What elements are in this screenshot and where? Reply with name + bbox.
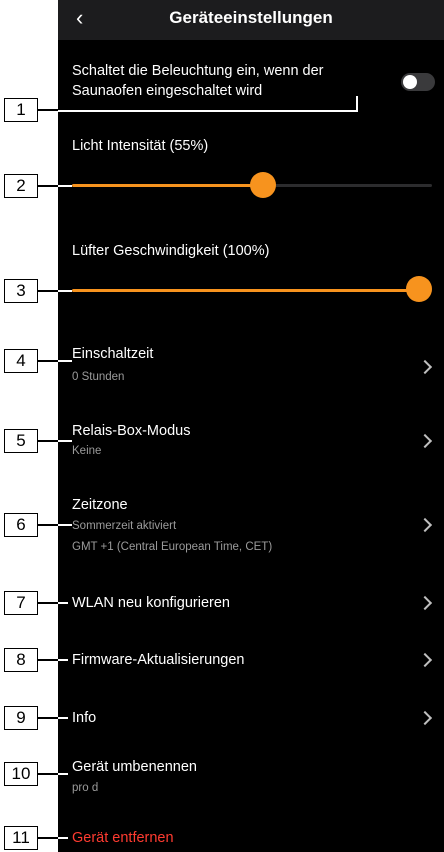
leader-line-2 — [58, 185, 72, 187]
remove-device-button[interactable]: Gerät entfernen — [72, 827, 174, 849]
callout-5: 5 — [4, 429, 38, 453]
leader-line-9 — [58, 717, 68, 719]
light-intensity-knob[interactable] — [249, 172, 276, 198]
menu-item-label: WLAN neu konfigurieren — [72, 595, 230, 611]
fan-speed-fill — [72, 289, 419, 292]
menu-item-sub: 0 Stunden — [72, 371, 125, 383]
leader-line-10 — [58, 773, 68, 775]
callout-4: 4 — [4, 349, 38, 373]
phone-screen: ‹ Geräteeinstellungen Schaltet die Beleu… — [58, 0, 444, 852]
menu-item-sub: Keine — [72, 445, 102, 457]
menu-item-label: Einschaltzeit — [72, 346, 154, 362]
chevron-right-icon — [417, 595, 433, 611]
chevron-right-icon — [417, 710, 433, 726]
chevron-right-icon — [417, 359, 433, 375]
app-header: ‹ Geräteeinstellungen — [58, 0, 444, 40]
menu-item-sub2: GMT +1 (Central European Time, CET) — [72, 541, 273, 553]
callout-8: 8 — [4, 648, 38, 672]
leader-line-11 — [58, 837, 68, 839]
toggle-knob — [403, 75, 417, 89]
menu-item-label: Gerät umbenennen — [72, 759, 197, 775]
light-on-sauna-label-line2: Saunaofen eingeschaltet wird — [72, 83, 263, 99]
callout-2: 2 — [4, 174, 38, 198]
callout-7: 7 — [4, 591, 38, 615]
chevron-right-icon — [417, 517, 433, 533]
leader-line-4 — [58, 360, 72, 362]
callout-3: 3 — [4, 279, 38, 303]
menu-item-sub: Sommerzeit aktiviert — [72, 520, 177, 532]
light-intensity-fill — [72, 184, 263, 187]
light-intensity-label: Licht Intensität (55%) — [72, 138, 209, 154]
chevron-right-icon — [417, 433, 433, 449]
menu-item-label: Info — [72, 710, 97, 726]
light-on-sauna-toggle[interactable] — [401, 73, 435, 91]
fan-speed-knob[interactable] — [406, 276, 432, 302]
leader-line-1 — [58, 110, 358, 112]
leader-line-5 — [58, 440, 72, 442]
chevron-right-icon — [417, 652, 433, 668]
light-on-sauna-label-line1: Schaltet die Beleuchtung ein, wenn der — [72, 63, 324, 79]
callout-6: 6 — [4, 513, 38, 537]
callout-10: 10 — [4, 762, 38, 786]
menu-item-label: Firmware-Aktualisierungen — [72, 652, 245, 668]
leader-line-8 — [58, 659, 68, 661]
leader-line-1b — [356, 96, 358, 112]
callout-1: 1 — [4, 98, 38, 122]
leader-line-7 — [58, 602, 68, 604]
leader-line-3 — [58, 290, 72, 292]
menu-item-label: Zeitzone — [72, 497, 128, 513]
menu-item-label: Relais-Box-Modus — [72, 423, 191, 439]
device-name-value: pro d — [72, 782, 99, 794]
leader-line-6 — [58, 524, 72, 526]
fan-speed-label: Lüfter Geschwindigkeit (100%) — [72, 243, 270, 259]
callout-11: 11 — [4, 826, 38, 850]
page-title: Geräteeinstellungen — [169, 8, 333, 27]
callout-9: 9 — [4, 706, 38, 730]
